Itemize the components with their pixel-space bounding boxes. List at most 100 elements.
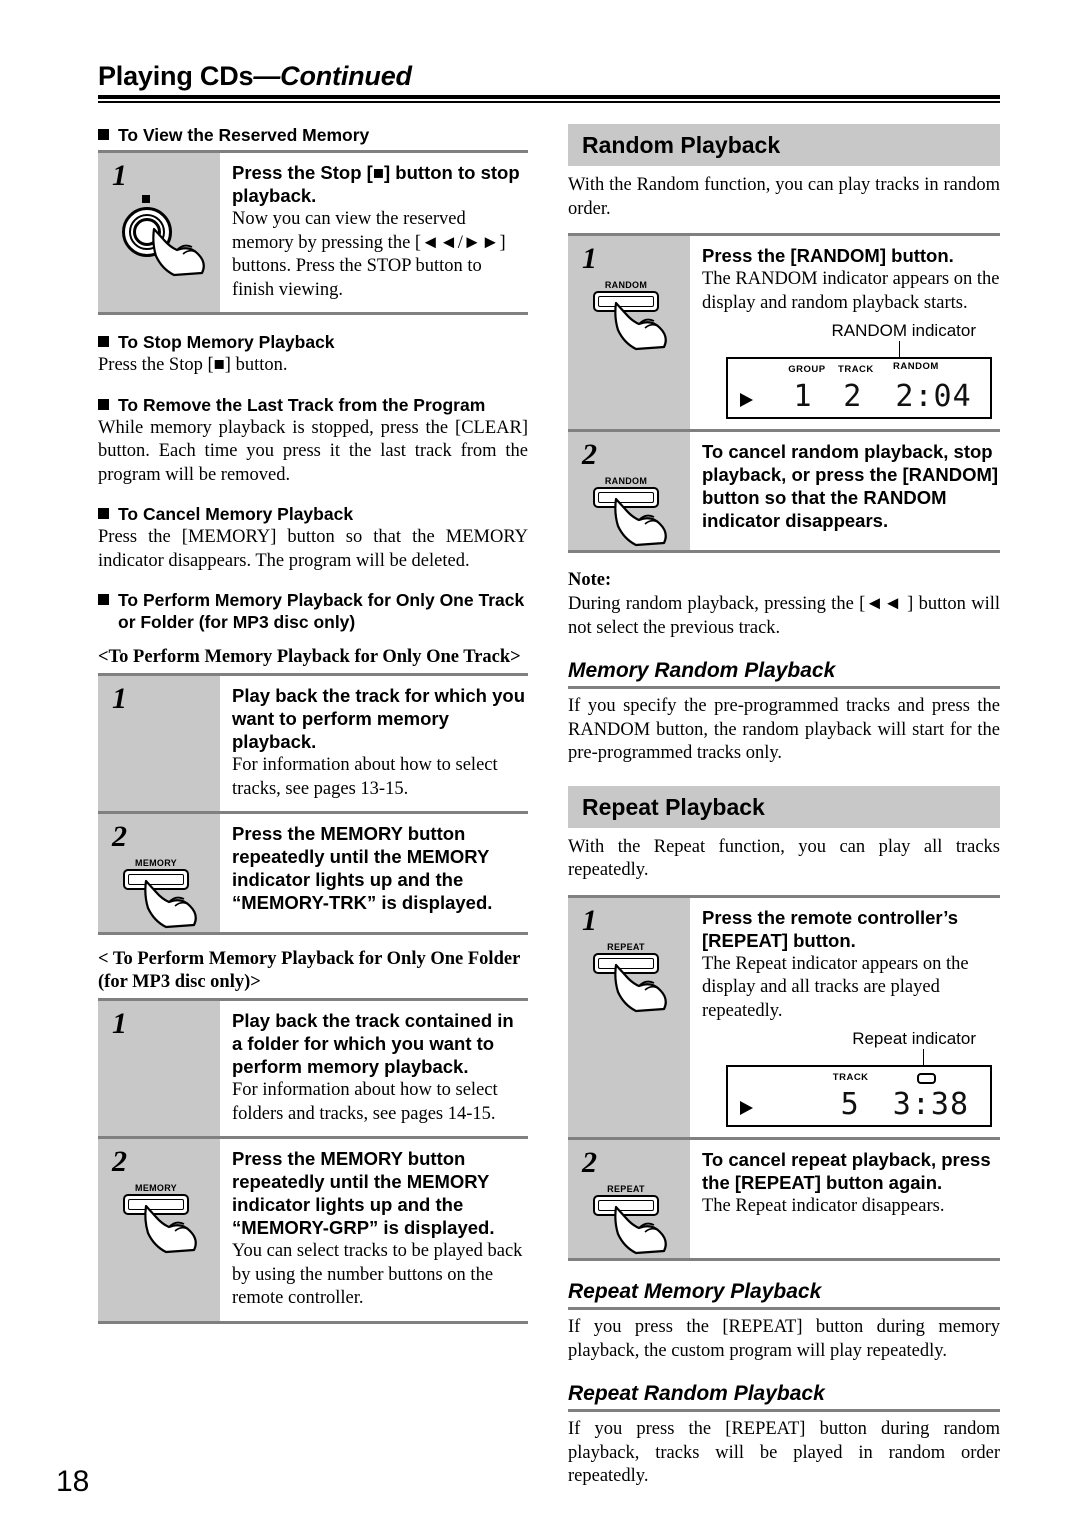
lcd-repeat-indicator-icon (916, 1073, 936, 1084)
step-text: The RANDOM indicator appears on the disp… (702, 269, 1000, 313)
repeat-button-illustration: REPEAT (584, 942, 688, 1016)
step-row: 1 RANDOM Press the [RANDOM] button. The … (568, 236, 1000, 432)
step-number-cell: 1 (98, 153, 220, 312)
lcd-caption-repeat-indicator: Repeat indicator (852, 1029, 976, 1048)
paragraph-repeat-random: If you press the [REPEAT] button during … (568, 1419, 1000, 1486)
steps-only-one-track: 1 Play back the track for which you want… (98, 673, 528, 935)
paragraph-stop-memory: Press the Stop [■] button. (98, 355, 288, 375)
lcd-tag-random: RANDOM (893, 361, 939, 372)
step-text: For information about how to select trac… (232, 755, 498, 799)
step-title: Play back the track contained in a folde… (232, 1010, 514, 1077)
step-content: Press the Stop [■] button to stop playba… (220, 153, 528, 312)
lcd-play-icon (740, 1101, 753, 1115)
step-title: Press the MEMORY button repeatedly until… (232, 1148, 495, 1238)
bullet-square-icon (98, 508, 109, 519)
step-text: The Repeat indicator appears on the disp… (702, 953, 969, 1021)
subsection-repeat-memory-playback: Repeat Memory Playback (568, 1280, 822, 1303)
right-column: Random Playback With the Random function… (568, 124, 1000, 1489)
lcd-value-time: 3:38 (892, 1087, 970, 1122)
steps-repeat-playback: 1 REPEAT Press the remote controller’s [… (568, 894, 1000, 1261)
step-title: To cancel repeat playback, press the [RE… (702, 1149, 991, 1193)
step-row: 1 Play back the track for which you want… (98, 676, 528, 814)
repeat-lcd-figure: Repeat indicator TRACK 5 3:38 (702, 1029, 1000, 1127)
paragraph-memory-random: If you specify the pre-programmed tracks… (568, 696, 1000, 763)
repeat-button-label: REPEAT (607, 941, 645, 952)
subheading-only-one-track: <To Perform Memory Playback for Only One… (98, 647, 521, 667)
step-number: 1 (112, 159, 127, 192)
paragraph-remove-last-track: While memory playback is stopped, press … (98, 417, 528, 485)
step-title: Press the MEMORY button repeatedly until… (232, 823, 493, 913)
paragraph-cancel-memory: Press the [MEMORY] button so that the ME… (98, 527, 528, 571)
random-button-illustration: RANDOM (584, 476, 688, 550)
heading-text: To Perform Memory Playback for Only One … (118, 590, 525, 632)
random-button-label: RANDOM (604, 476, 648, 486)
stop-knob-illustration (114, 193, 218, 279)
pointing-hand-icon (614, 301, 667, 351)
step-row: 1 Press the Stop [■] button to stop play… (98, 153, 528, 315)
subsection-memory-random-playback: Memory Random Playback (568, 659, 836, 682)
step-text: For information about how to select fold… (232, 1080, 498, 1124)
note-text: During random playback, pressing the [◄◄… (568, 594, 1000, 638)
heading-to-stop-memory-playback: To Stop Memory Playback (98, 331, 528, 353)
step-title: To cancel random playback, stop playback… (702, 441, 999, 531)
step-title: Play back the track for which you want t… (232, 685, 526, 752)
step-number-cell: 2 MEMORY (98, 814, 220, 932)
lcd-display-random: GROUP TRACK RANDOM 1 2 2:04 (726, 357, 992, 419)
heading-text: To Cancel Memory Playback (118, 504, 354, 524)
step-text: The Repeat indicator disappears. (702, 1196, 945, 1216)
lcd-tag-track: TRACK (838, 364, 874, 375)
subheading-only-one-folder: < To Perform Memory Playback for Only On… (98, 949, 520, 992)
steps-view-reserved-memory: 1 Press the Stop [■] button to stop play… (98, 150, 528, 315)
bullet-square-icon (98, 398, 109, 410)
random-lcd-figure: RANDOM indicator GROUP TRACK RANDOM 1 2 … (702, 321, 1000, 419)
left-column: To View the Reserved Memory 1 Press the … (98, 124, 528, 1324)
lcd-display-repeat: TRACK 5 3:38 (726, 1065, 992, 1127)
heading-text: To Stop Memory Playback (118, 332, 335, 352)
header-rule-thick (98, 95, 1000, 99)
step-number: 1 (582, 242, 597, 275)
header-rule-thin (98, 101, 1000, 103)
pointing-hand-icon (614, 963, 667, 1012)
step-content: Press the [RANDOM] button. The RANDOM in… (690, 236, 1000, 429)
step-text: Now you can view the reserved memory by … (232, 209, 506, 300)
page-title-continued: —Continued (253, 61, 412, 91)
bullet-square-icon (98, 336, 109, 347)
heading-to-view-reserved-memory: To View the Reserved Memory (98, 124, 528, 146)
lcd-caption-random-indicator: RANDOM indicator (831, 321, 976, 340)
lcd-value-group: 1 (793, 379, 813, 414)
step-row: 2 MEMORY Press the MEMORY button repeate… (98, 1139, 528, 1324)
heading-to-remove-last-track: To Remove the Last Track from the Progra… (98, 394, 528, 416)
step-number: 1 (112, 1007, 127, 1040)
random-button-illustration: RANDOM (584, 280, 688, 354)
step-number: 2 (112, 820, 127, 853)
pointing-hand-icon (144, 879, 197, 929)
bullet-square-icon (98, 594, 109, 605)
random-button-label: RANDOM (604, 280, 648, 290)
pointing-hand-icon (614, 1205, 667, 1255)
repeat-button-illustration: REPEAT (584, 1184, 688, 1258)
subsection-repeat-random-playback: Repeat Random Playback (568, 1382, 825, 1405)
page-number: 18 (56, 1465, 90, 1498)
step-row: 1 REPEAT Press the remote controller’s [… (568, 897, 1000, 1140)
lcd-play-icon (740, 393, 753, 407)
step-row: 1 Play back the track contained in a fol… (98, 1001, 528, 1139)
running-head: Playing CDs—Continued (98, 60, 1000, 103)
memory-button-illustration: MEMORY (114, 1183, 218, 1257)
paragraph-repeat-memory: If you press the [REPEAT] button during … (568, 1317, 1000, 1361)
page-title-main: Playing CDs (98, 61, 254, 91)
paragraph-random-intro: With the Random function, you can play t… (568, 175, 1000, 219)
leader-line (702, 341, 1000, 357)
step-number-cell: 1 REPEAT (568, 897, 690, 1137)
subsection-rule (568, 686, 1000, 689)
step-content: Press the MEMORY button repeatedly until… (220, 814, 528, 932)
step-title: Press the [RANDOM] button. (702, 245, 954, 266)
step-number-cell: 2 MEMORY (98, 1139, 220, 1321)
note-label: Note: (568, 570, 612, 590)
step-row: 2 MEMORY Press the MEMORY button repeate… (98, 814, 528, 935)
step-content: Press the MEMORY button repeatedly until… (220, 1139, 528, 1321)
step-number: 1 (582, 903, 597, 937)
step-number-cell: 2 REPEAT (568, 1140, 690, 1258)
subsection-rule (568, 1307, 1000, 1310)
stop-square-icon (142, 195, 150, 203)
step-number: 2 (582, 438, 597, 471)
